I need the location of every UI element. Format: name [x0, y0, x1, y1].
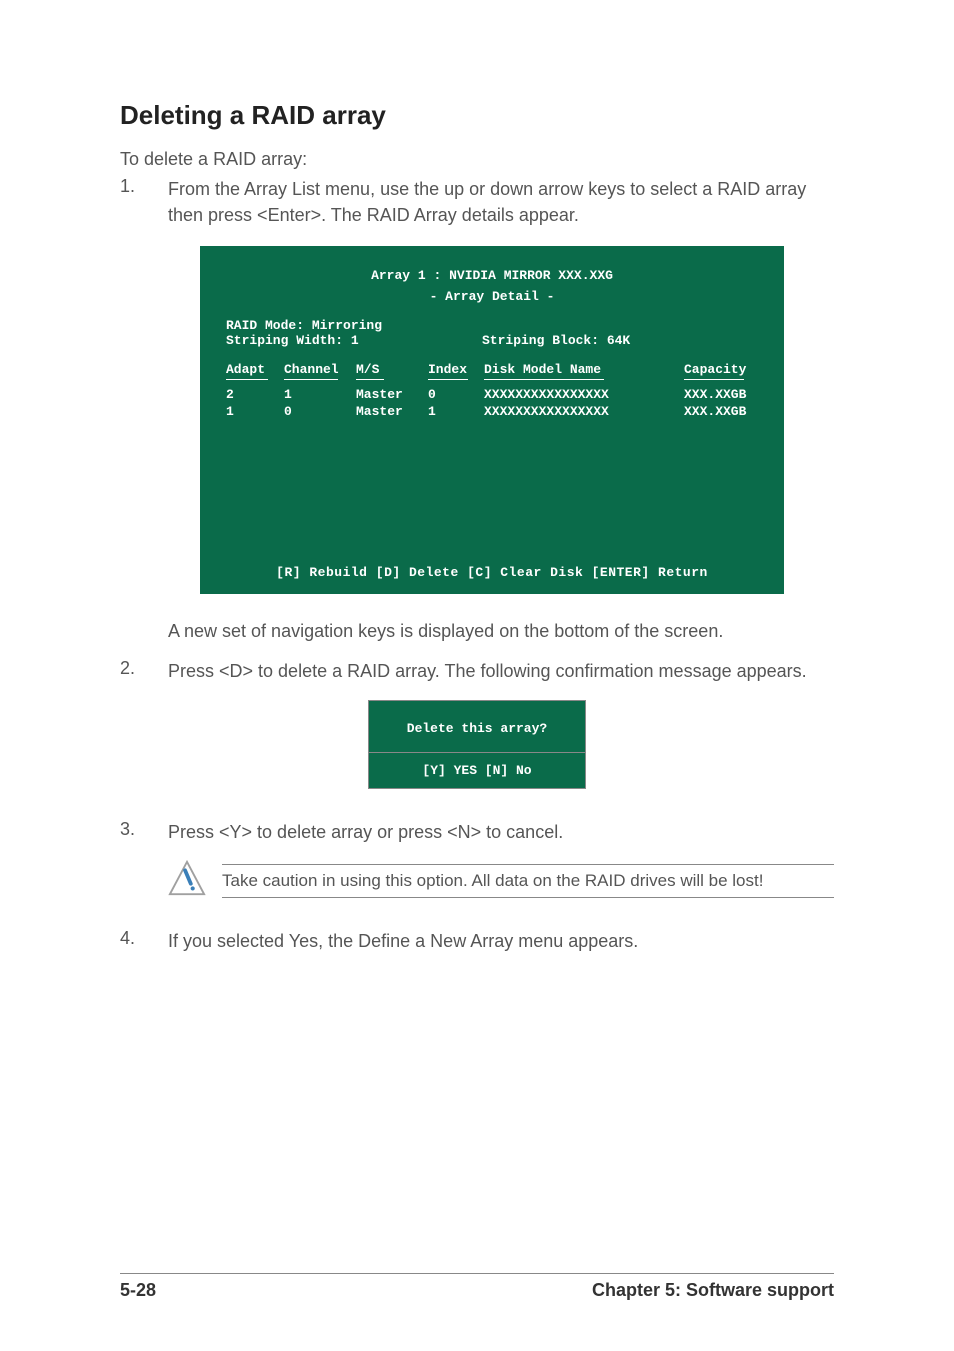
terminal-screenshot: Array 1 : NVIDIA MIRROR XXX.XXG - Array … [200, 246, 784, 594]
alert-text-wrap: Take caution in using this option. All d… [222, 864, 834, 898]
step-1: 1. From the Array List menu, use the up … [120, 176, 834, 228]
terminal-header: Array 1 : NVIDIA MIRROR XXX.XXG - Array … [204, 250, 780, 318]
page-footer: 5-28 Chapter 5: Software support [120, 1273, 834, 1301]
col-channel-header: Channel [284, 362, 356, 377]
cell-index: 1 [428, 404, 484, 419]
terminal-footer: [R] Rebuild [D] Delete [C] Clear Disk [E… [204, 557, 780, 590]
step-number: 4. [120, 928, 168, 954]
cell-channel: 1 [284, 387, 356, 402]
col-index-header: Index [428, 362, 484, 377]
cell-adapt: 1 [226, 404, 284, 419]
cell-channel: 0 [284, 404, 356, 419]
step-number: 2. [120, 658, 168, 684]
alert-text: Take caution in using this option. All d… [222, 871, 834, 891]
cell-capacity: XXX.XXGB [684, 387, 754, 402]
footer-divider [120, 1273, 834, 1274]
confirm-options: [Y] YES [N] No [368, 752, 586, 789]
steps-list: 1. From the Array List menu, use the up … [120, 176, 834, 228]
step-1-continued: A new set of navigation keys is displaye… [168, 618, 834, 644]
step-3: 3. Press <Y> to delete array or press <N… [120, 819, 834, 845]
striping-block: Striping Block: 64K [482, 333, 630, 348]
table-row: 1 0 Master 1 XXXXXXXXXXXXXXXX XXX.XXGB [226, 404, 758, 419]
steps-list-4: 4. If you selected Yes, the Define a New… [120, 928, 834, 954]
terminal-spacer [226, 421, 758, 551]
step-4: 4. If you selected Yes, the Define a New… [120, 928, 834, 954]
col-adapt-header: Adapt [226, 362, 284, 377]
terminal-table-header: Adapt Channel M/S Index Disk Model Name … [226, 362, 758, 377]
terminal-body: RAID Mode: Mirroring Striping Width: 1 S… [204, 318, 780, 557]
col-model-header: Disk Model Name [484, 362, 684, 377]
footer-row: 5-28 Chapter 5: Software support [120, 1280, 834, 1301]
page-number: 5-28 [120, 1280, 156, 1301]
steps-list-3: 3. Press <Y> to delete array or press <N… [120, 819, 834, 845]
cell-capacity: XXX.XXGB [684, 404, 754, 419]
intro-text: To delete a RAID array: [120, 149, 834, 170]
cell-index: 0 [428, 387, 484, 402]
alert-divider-bottom [222, 897, 834, 898]
step-text: From the Array List menu, use the up or … [168, 176, 834, 228]
alert-row: Take caution in using this option. All d… [168, 859, 834, 902]
cell-ms: Master [356, 404, 428, 419]
col-ms-header: M/S [356, 362, 428, 377]
warning-triangle-icon [168, 859, 206, 902]
striping-row: Striping Width: 1 Striping Block: 64K [226, 333, 758, 348]
cell-model: XXXXXXXXXXXXXXXX [484, 404, 684, 419]
table-row: 2 1 Master 0 XXXXXXXXXXXXXXXX XXX.XXGB [226, 387, 758, 402]
chapter-title: Chapter 5: Software support [592, 1280, 834, 1301]
step-2: 2. Press <D> to delete a RAID array. The… [120, 658, 834, 684]
confirm-dialog: Delete this array? [Y] YES [N] No [368, 700, 586, 789]
step-text: Press <D> to delete a RAID array. The fo… [168, 658, 807, 684]
confirm-question: Delete this array? [368, 700, 586, 752]
section-heading: Deleting a RAID array [120, 100, 834, 131]
step-number: 1. [120, 176, 168, 228]
step-number: 3. [120, 819, 168, 845]
steps-list-2: 2. Press <D> to delete a RAID array. The… [120, 658, 834, 684]
step-text: Press <Y> to delete array or press <N> t… [168, 819, 563, 845]
terminal-title-1: Array 1 : NVIDIA MIRROR XXX.XXG [204, 266, 780, 287]
raid-mode-line: RAID Mode: Mirroring [226, 318, 758, 333]
cell-adapt: 2 [226, 387, 284, 402]
alert-divider-top [222, 864, 834, 865]
cell-ms: Master [356, 387, 428, 402]
step-text: If you selected Yes, the Define a New Ar… [168, 928, 638, 954]
terminal-title-2: - Array Detail - [204, 287, 780, 308]
striping-width: Striping Width: 1 [226, 333, 482, 348]
col-capacity-header: Capacity [684, 362, 754, 377]
cell-model: XXXXXXXXXXXXXXXX [484, 387, 684, 402]
